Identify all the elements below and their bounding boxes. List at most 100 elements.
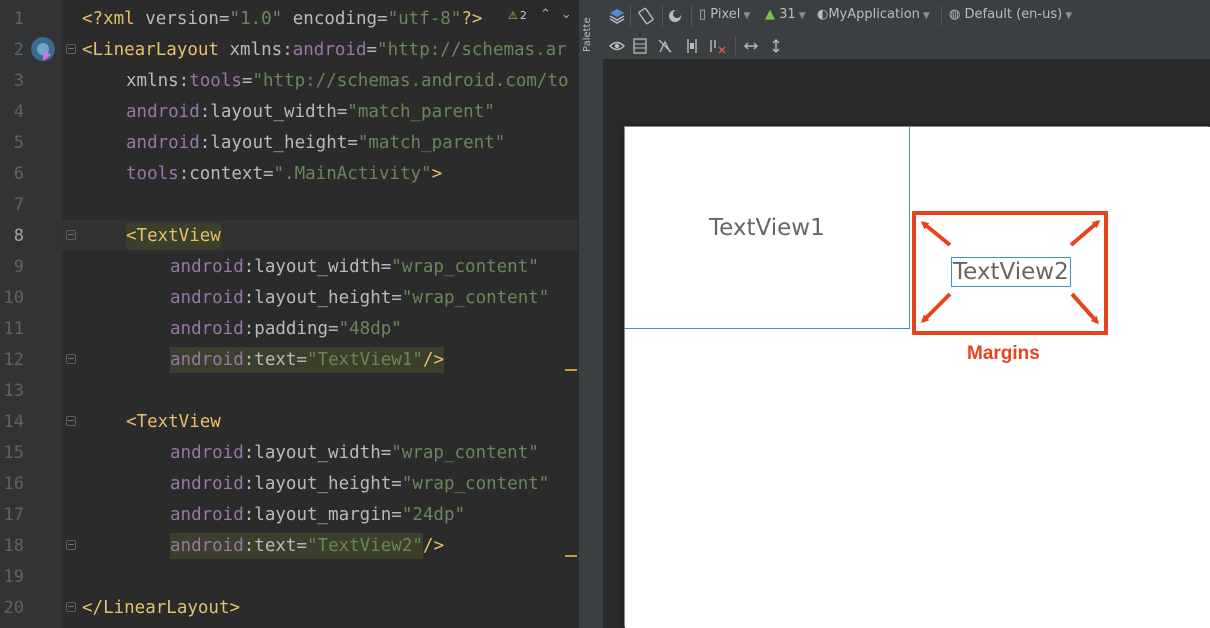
namespace: android <box>170 536 244 556</box>
api-level-dropdown[interactable]: ▲ 31 ▼ <box>765 7 806 22</box>
orientation-icon[interactable] <box>637 7 655 25</box>
equals: = <box>218 9 230 29</box>
fold-icon[interactable] <box>66 540 76 550</box>
margin-arrows <box>920 220 1101 325</box>
blueprint-icon[interactable] <box>633 38 647 54</box>
line-content: <?xml version="1.0" encoding="utf-8"?> <box>82 9 482 29</box>
line-number: 3 <box>13 71 24 91</box>
layers-icon[interactable] <box>608 7 626 25</box>
caret-marker <box>565 369 577 371</box>
tag-name: <TextView <box>126 223 221 249</box>
chevron-down-icon: ▼ <box>922 11 930 21</box>
code-line: 18 android:text="TextView2"/> <box>0 530 578 561</box>
equals: = <box>262 164 274 184</box>
line-content: android:padding="48dp" <box>170 319 402 339</box>
attr-value: "wrap_content" <box>401 474 550 494</box>
line-number: 17 <box>3 505 24 525</box>
attr-value: "utf-8" <box>387 9 462 29</box>
attr-value: "48dp" <box>338 319 402 339</box>
attr-name: encoding <box>282 9 378 29</box>
equals: = <box>380 257 392 277</box>
namespace: android <box>292 40 367 60</box>
line-number: 6 <box>13 164 24 184</box>
attr-name: :padding <box>243 319 329 339</box>
namespace: android <box>126 102 200 122</box>
clear-constraints-icon[interactable] <box>709 38 727 54</box>
attr-name: :text <box>243 536 297 556</box>
line-number: 16 <box>3 474 24 494</box>
equals: = <box>366 40 378 60</box>
inspection-nav[interactable]: ⌃⌄ <box>540 7 578 22</box>
code-line: 20 </LinearLayout> <box>0 592 578 623</box>
line-number: 12 <box>3 350 24 370</box>
line-number: 20 <box>3 598 24 618</box>
device-dropdown[interactable]: ▯ Pixel ▼ <box>699 7 750 22</box>
namespace: android <box>126 133 200 153</box>
design-toolbar: ▯ Pixel ▼ ▲ 31 ▼ ◐MyApplication ▼ ◍ Default… <box>603 0 1210 34</box>
fold-icon[interactable] <box>66 354 76 364</box>
toolbar-separator <box>735 37 736 55</box>
constraints-icon[interactable] <box>657 38 673 54</box>
device-label: Pixel <box>710 7 741 22</box>
vertical-expand-icon[interactable] <box>769 38 783 54</box>
line-content: android:layout_height="wrap_content" <box>170 288 549 308</box>
line-content: android:layout_width="wrap_content" <box>170 257 539 277</box>
api-level-label: 31 <box>779 7 796 22</box>
eye-icon[interactable] <box>609 39 625 53</box>
locale-dropdown[interactable]: ◍ Default (en-us) ▼ <box>949 7 1072 22</box>
margins-icon[interactable] <box>685 38 699 54</box>
code-line: 11 android:padding="48dp" <box>0 313 578 344</box>
chevron-down-icon: ▼ <box>743 11 751 21</box>
android-icon: ▲ <box>765 7 775 22</box>
night-mode-icon[interactable] <box>667 8 683 24</box>
namespace: android <box>170 505 244 525</box>
layout-design-view[interactable]: ▯ Pixel ▼ ▲ 31 ▼ ◐MyApplication ▼ ◍ Default… <box>603 0 1210 628</box>
line-content: <TextView <box>126 412 221 432</box>
namespace: android <box>170 288 244 308</box>
attr-name: :layout_margin <box>243 505 392 525</box>
line-content: android:layout_margin="24dp" <box>170 505 465 525</box>
line-number: 7 <box>13 195 24 215</box>
fold-icon[interactable] <box>66 230 76 240</box>
fold-icon[interactable] <box>66 602 76 612</box>
line-number: 15 <box>3 443 24 463</box>
palette-tool-window-strip[interactable]: Palette <box>578 0 604 628</box>
theme-dropdown[interactable]: ◐MyApplication ▼ <box>817 7 930 22</box>
code-line: 17 android:layout_margin="24dp" <box>0 499 578 530</box>
line-number: 11 <box>3 319 24 339</box>
attr-name: :layout_height <box>199 133 348 153</box>
namespace: android <box>170 257 244 277</box>
palette-tab[interactable]: Palette <box>582 17 593 52</box>
fold-icon[interactable] <box>66 416 76 426</box>
inspection-warning[interactable]: ⚠ 2 <box>508 9 527 22</box>
device-icon: ▯ <box>699 7 707 22</box>
code-line: 1 <?xml version="1.0" encoding="utf-8"?> <box>0 3 578 34</box>
attr-name: :context <box>178 164 263 184</box>
equals: = <box>296 536 307 556</box>
line-content: android:layout_width="wrap_content" <box>170 443 539 463</box>
equals: = <box>336 102 348 122</box>
textview2[interactable]: TextView2 <box>951 257 1071 287</box>
fold-icon[interactable] <box>66 44 76 54</box>
line-number: 19 <box>3 567 24 587</box>
code-line: 15 android:layout_width="wrap_content" <box>0 437 578 468</box>
attr-value: "1.0" <box>229 9 283 29</box>
attr-name: xmlns: <box>229 40 293 60</box>
attr-name: :layout_width <box>243 257 381 277</box>
device-preview-canvas[interactable]: TextView1 TextView2 Margins <box>625 127 1210 628</box>
attr-name: version <box>145 9 219 29</box>
locale-label: Default (en-us) <box>964 7 1063 22</box>
attr-name: :layout_width <box>199 102 337 122</box>
namespace: android <box>170 350 244 370</box>
line-number: 8 <box>13 226 24 246</box>
code-editor[interactable]: 1 <?xml version="1.0" encoding="utf-8"?>… <box>0 0 578 628</box>
line-content: android:text="TextView2"/> <box>170 533 444 559</box>
chevron-up-icon[interactable]: ⌃ <box>540 7 561 22</box>
horizontal-expand-icon[interactable] <box>743 39 759 53</box>
toolbar-separator <box>691 6 692 26</box>
line-number: 13 <box>3 381 24 401</box>
code-line: 6 tools:context=".MainActivity"> <box>0 158 578 189</box>
code-line: 12 android:text="TextView1"/> <box>0 344 578 375</box>
chevron-down-icon[interactable]: ⌄ <box>561 7 578 22</box>
namespace: android <box>170 443 244 463</box>
